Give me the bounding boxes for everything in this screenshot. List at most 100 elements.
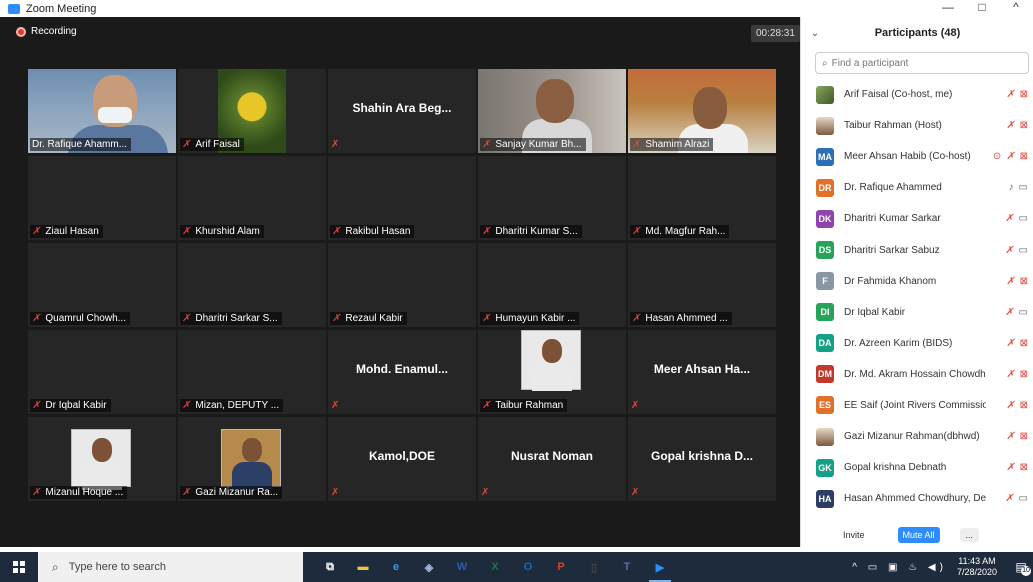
participant-row[interactable]: GK Gopal krishna Debnath ✗ ⊠ [801, 452, 1033, 483]
mic-muted-icon[interactable]: ✗ [1005, 493, 1013, 504]
participant-row[interactable]: MA Meer Ahsan Habib (Co-host) ⊙ ✗ ⊠ [801, 141, 1033, 172]
video-off-icon[interactable]: ⊠ [1020, 276, 1028, 287]
participant-row[interactable]: DI Dr Iqbal Kabir ✗ ▭ [801, 297, 1033, 328]
participant-tile[interactable]: Nusrat Noman ✗ [478, 417, 626, 501]
outlook-icon[interactable]: O [513, 552, 543, 582]
powerpoint-icon[interactable]: P [546, 552, 576, 582]
participant-tile[interactable]: ✗ Gazi Mizanur Ra... [178, 417, 326, 501]
participant-tile[interactable]: ✗ Dharitri Sarkar S... [178, 243, 326, 327]
participant-name-label: ✗ Gazi Mizanur Ra... [180, 486, 283, 499]
participant-tile[interactable]: ✗ Mizan, DEPUTY ... [178, 330, 326, 414]
mic-muted-icon[interactable]: ✗ [1005, 307, 1013, 318]
participant-row[interactable]: Gazi Mizanur Rahman(dbhwd) ✗ ⊠ [801, 421, 1033, 452]
video-icon[interactable]: ▭ [1019, 213, 1028, 224]
participant-tile[interactable]: ✗ Dharitri Kumar S... [478, 156, 626, 240]
participant-tile[interactable]: ✗ Sanjay Kumar Bh... [478, 69, 626, 153]
participant-tile[interactable]: Meer Ahsan Ha... ✗ [628, 330, 776, 414]
video-icon[interactable]: ▭ [1019, 493, 1028, 504]
mic-muted-icon[interactable]: ✗ [1006, 89, 1014, 100]
participant-row[interactable]: DA Dr. Azreen Karim (BIDS) ✗ ⊠ [801, 328, 1033, 359]
participant-row[interactable]: DK Dharitri Kumar Sarkar ✗ ▭ [801, 203, 1033, 234]
participant-name: Mizan, DEPUTY ... [195, 400, 280, 411]
participant-row[interactable]: ES EE Saif (Joint Rivers Commission) ✗ ⊠ [801, 390, 1033, 421]
recording-indicator[interactable]: Recording [16, 26, 77, 37]
mic-muted-icon[interactable]: ✗ [1006, 400, 1014, 411]
task-view-icon[interactable]: ⧉ [315, 552, 345, 582]
edge-icon[interactable]: e [381, 552, 411, 582]
recording-dot-icon [16, 26, 26, 37]
mic-muted-icon[interactable]: ✗ [1006, 120, 1014, 131]
photos-icon[interactable]: ◈ [414, 552, 444, 582]
participant-status-icons: ⊙ ✗ ⊠ [986, 151, 1033, 162]
video-gallery: Recording 00:28:31 Dr. Rafique Ahamm... ✗… [0, 17, 800, 547]
participant-row[interactable]: DR Dr. Rafique Ahammed ♪ ▭ [801, 172, 1033, 203]
mic-muted-icon[interactable]: ✗ [1005, 245, 1013, 256]
mic-muted-icon[interactable]: ✗ [1006, 369, 1014, 380]
participant-tile[interactable]: ✗ Rezaul Kabir [328, 243, 476, 327]
mute-all-button[interactable]: Mute All [897, 526, 940, 543]
participant-row[interactable]: DS Dharitri Sarkar Sabuz ✗ ▭ [801, 234, 1033, 265]
zoom-icon[interactable]: ▶ [645, 552, 675, 582]
invite-button[interactable]: Invite [838, 527, 870, 543]
participant-search-input[interactable]: ⌕ Find a participant [815, 52, 1029, 74]
mic-muted-icon: ✗ [331, 400, 340, 411]
participant-tile[interactable]: ✗ Shamim Alrazi [628, 69, 776, 153]
participant-name: Rezaul Kabir [345, 313, 403, 324]
participant-tile[interactable]: ✗ Taibur Rahman [478, 330, 626, 414]
participant-row[interactable]: Arif Faisal (Co-host, me) ✗ ⊠ [801, 79, 1033, 110]
teams-icon[interactable]: T [612, 552, 642, 582]
clock[interactable]: 11:43 AM 7/28/2020 [957, 556, 997, 578]
participant-row[interactable]: DM Dr. Md. Akram Hossain Chowdh... ✗ ⊠ [801, 359, 1033, 390]
maximize-button[interactable]: □ [965, 0, 999, 17]
mic-icon[interactable]: ♪ [1009, 182, 1014, 193]
mic-muted-icon[interactable]: ✗ [1005, 213, 1013, 224]
video-off-icon[interactable]: ⊠ [1020, 369, 1028, 380]
minimize-button[interactable]: — [931, 0, 965, 17]
video-icon[interactable]: ▭ [1019, 307, 1028, 318]
mic-muted-icon[interactable]: ✗ [1006, 338, 1014, 349]
participant-tile[interactable]: Dr. Rafique Ahamm... [28, 69, 176, 153]
notification-icon[interactable]: ▤10 [1009, 552, 1033, 582]
video-off-icon[interactable]: ⊠ [1020, 338, 1028, 349]
mic-muted-icon[interactable]: ✗ [1006, 151, 1014, 162]
participant-row[interactable]: Taibur Rahman (Host) ✗ ⊠ [801, 110, 1033, 141]
blank-app-icon[interactable]: ▯ [579, 552, 609, 582]
participant-tile[interactable]: ✗ Md. Magfur Rah... [628, 156, 776, 240]
mic-muted-icon[interactable]: ✗ [1006, 431, 1014, 442]
video-off-icon[interactable]: ⊠ [1020, 151, 1028, 162]
participant-tile[interactable]: ✗ Hasan Ahmmed ... [628, 243, 776, 327]
participant-tile[interactable]: ✗ Humayun Kabir ... [478, 243, 626, 327]
participant-tile[interactable]: ✗ Quamrul Chowh... [28, 243, 176, 327]
participant-tile[interactable]: ✗ Rakibul Hasan [328, 156, 476, 240]
participant-tile[interactable]: ✗ Ziaul Hasan [28, 156, 176, 240]
video-off-icon[interactable]: ⊠ [1020, 462, 1028, 473]
file-explorer-icon[interactable]: ▬ [348, 552, 378, 582]
word-icon[interactable]: W [447, 552, 477, 582]
start-button[interactable] [0, 552, 38, 582]
participant-tile[interactable]: Gopal krishna D... ✗ [628, 417, 776, 501]
participant-tile[interactable]: ✗ Mizanul Hoque ... [28, 417, 176, 501]
excel-icon[interactable]: X [480, 552, 510, 582]
video-off-icon[interactable]: ⊠ [1020, 400, 1028, 411]
video-off-icon[interactable]: ⊠ [1020, 89, 1028, 100]
participant-row[interactable]: HA Hasan Ahmmed Chowdhury, De... ✗ ▭ [801, 483, 1033, 514]
video-off-icon[interactable]: ⊠ [1020, 120, 1028, 131]
participant-name-label: ✗ Rakibul Hasan [330, 225, 415, 238]
participant-tile[interactable]: Shahin Ara Beg... ✗ [328, 69, 476, 153]
video-icon[interactable]: ▭ [1019, 245, 1028, 256]
video-icon[interactable]: ▭ [1019, 182, 1028, 193]
participant-row[interactable]: F Dr Fahmida Khanom ✗ ⊠ [801, 266, 1033, 297]
more-button[interactable]: ... [959, 527, 980, 542]
participant-tile[interactable]: Kamol,DOE ✗ [328, 417, 476, 501]
mic-muted-icon[interactable]: ✗ [1006, 276, 1014, 287]
participant-tile[interactable]: ✗ Arif Faisal [178, 69, 326, 153]
taskbar-search-input[interactable]: ⌕ Type here to search [38, 552, 303, 582]
tray-icons[interactable]: ^ ▭ ▣ ♨ ◀) [852, 562, 947, 573]
mic-muted-icon[interactable]: ✗ [1006, 462, 1014, 473]
participant-tile[interactable]: Mohd. Enamul... ✗ [328, 330, 476, 414]
participant-tile[interactable]: ✗ Khurshid Alam [178, 156, 326, 240]
chevron-down-icon[interactable]: ⌄ [801, 28, 829, 39]
participant-tile[interactable]: ✗ Dr Iqbal Kabir [28, 330, 176, 414]
collapse-button[interactable]: ^ [999, 0, 1033, 17]
video-off-icon[interactable]: ⊠ [1020, 431, 1028, 442]
